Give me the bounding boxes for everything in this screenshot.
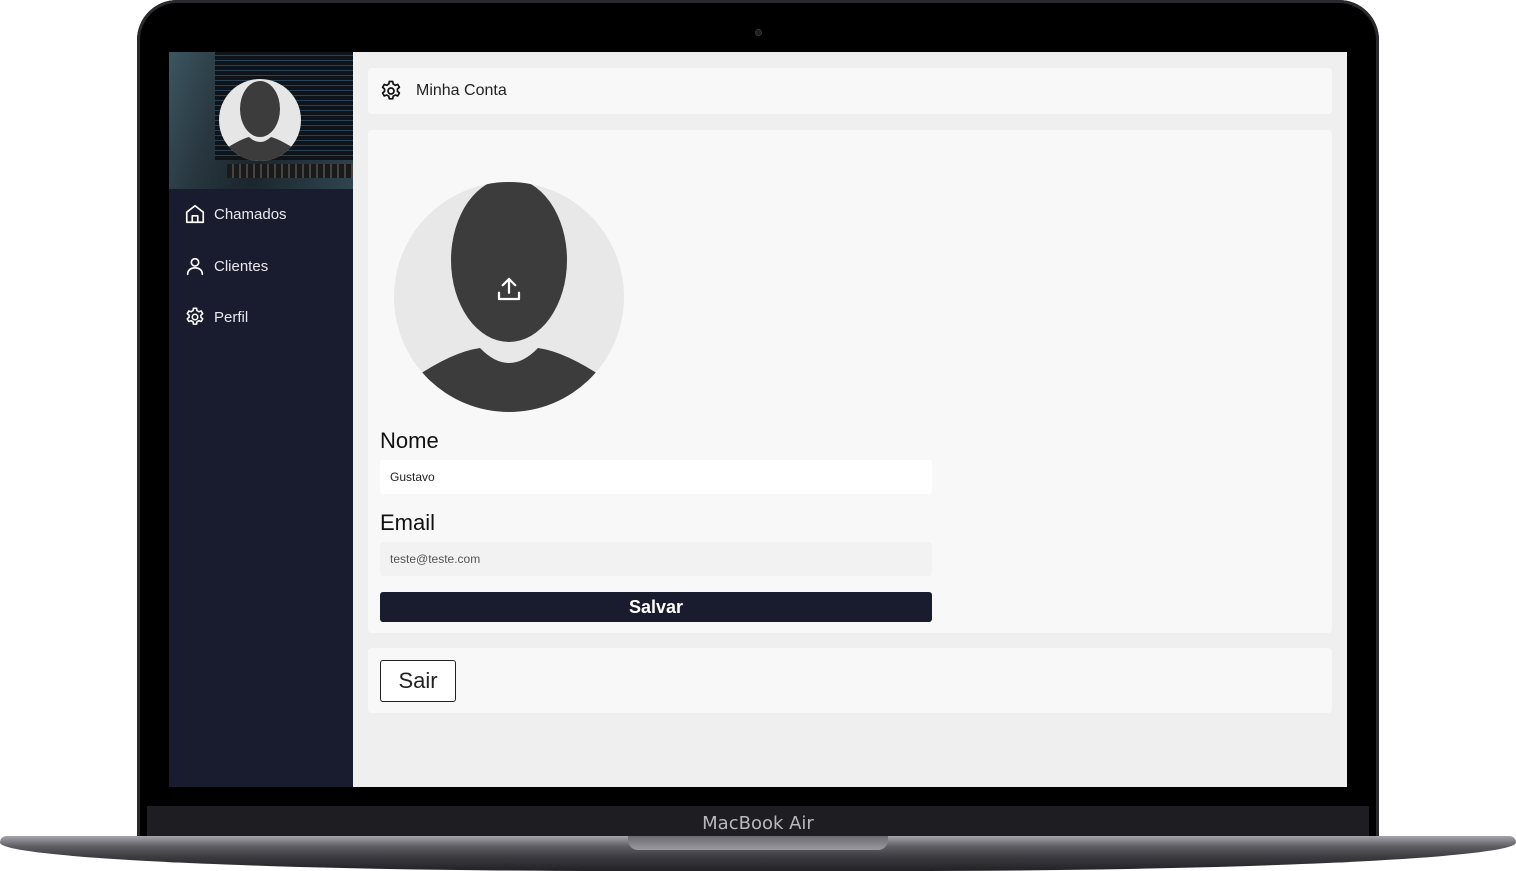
user-icon xyxy=(186,257,204,276)
device-model-label: MacBook Air xyxy=(702,813,814,834)
sidebar-cover-image xyxy=(169,52,353,189)
camera xyxy=(755,29,762,36)
laptop-notch xyxy=(628,836,888,850)
sidebar-item-label: Clientes xyxy=(214,257,269,275)
name-field[interactable] xyxy=(380,460,932,494)
sidebar-item-label: Chamados xyxy=(214,205,287,223)
logout-button[interactable]: Sair xyxy=(380,660,456,702)
cover-keyboard xyxy=(227,164,353,178)
gear-icon xyxy=(186,307,204,325)
sidebar-item-clientes[interactable]: Clientes xyxy=(169,246,353,286)
page-title: Minha Conta xyxy=(416,82,507,99)
avatar xyxy=(219,79,301,161)
app-screen: Chamados Clientes Perfil Minha Conta Nom… xyxy=(169,52,1347,787)
gear-icon xyxy=(381,80,401,100)
home-icon xyxy=(185,204,205,224)
sidebar-item-label: Perfil xyxy=(214,308,249,326)
sidebar-item-perfil[interactable]: Perfil xyxy=(169,297,353,337)
sidebar-item-chamados[interactable]: Chamados xyxy=(169,194,353,234)
page-header: Minha Conta xyxy=(368,68,1332,114)
name-label: Nome xyxy=(380,428,439,453)
upload-icon xyxy=(497,277,521,301)
avatar-upload[interactable] xyxy=(394,182,624,412)
save-button[interactable]: Salvar xyxy=(380,592,932,622)
email-label: Email xyxy=(380,510,436,535)
email-field[interactable] xyxy=(380,542,932,576)
sidebar: Chamados Clientes Perfil xyxy=(169,52,353,787)
profile-form-card: Nome Email Salvar xyxy=(368,130,1332,633)
logout-card: Sair xyxy=(368,648,1332,713)
